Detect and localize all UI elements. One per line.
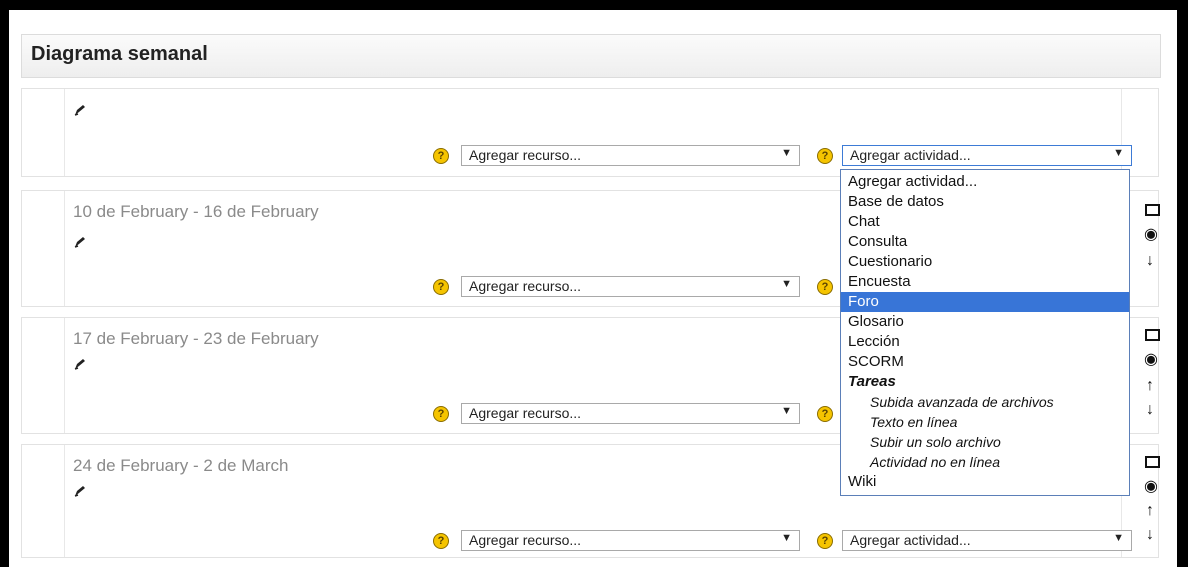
dropdown-option[interactable]: Consulta xyxy=(841,232,1129,252)
eye-icon[interactable]: ◉ xyxy=(1144,352,1158,368)
chevron-down-icon: ▼ xyxy=(781,405,792,417)
dropdown-option-selected[interactable]: Foro xyxy=(841,292,1129,312)
dropdown-option[interactable]: Cuestionario xyxy=(841,252,1129,272)
add-activity-select[interactable]: Agregar actividad... ▼ xyxy=(842,145,1132,166)
section-left-gutter xyxy=(22,89,65,176)
help-icon[interactable]: ? xyxy=(433,148,449,164)
square-icon[interactable] xyxy=(1145,204,1160,216)
add-resource-select-label: Agregar recurso... xyxy=(469,278,582,294)
add-resource-select-label: Agregar recurso... xyxy=(469,405,582,421)
help-icon[interactable]: ? xyxy=(433,279,449,295)
add-resource-select[interactable]: Agregar recurso... ▼ xyxy=(461,145,800,166)
chevron-down-icon: ▼ xyxy=(781,278,792,290)
pencil-edit-icon[interactable] xyxy=(74,104,86,116)
pencil-edit-icon[interactable] xyxy=(74,236,86,248)
pencil-edit-icon[interactable] xyxy=(74,485,86,497)
pencil-edit-icon[interactable] xyxy=(74,358,86,370)
section-left-gutter xyxy=(22,445,65,557)
add-resource-select-label: Agregar recurso... xyxy=(469,532,582,548)
chevron-down-icon: ▼ xyxy=(1113,147,1124,159)
course-section-general: ? Agregar recurso... ▼ ? Agregar activid… xyxy=(21,88,1159,177)
add-activity-dropdown-list: Agregar actividad... Base de datos Chat … xyxy=(840,169,1130,496)
arrow-down-icon[interactable]: ↓ xyxy=(1146,402,1154,418)
help-icon[interactable]: ? xyxy=(817,406,833,422)
help-icon[interactable]: ? xyxy=(817,533,833,549)
dropdown-optgroup-label: Tareas xyxy=(848,373,896,390)
dropdown-option[interactable]: SCORM xyxy=(841,352,1129,372)
eye-icon[interactable]: ◉ xyxy=(1144,227,1158,243)
section-left-gutter xyxy=(22,318,65,433)
section-title: 17 de February - 23 de February xyxy=(73,329,319,348)
dropdown-option[interactable]: Actividad no en línea xyxy=(841,452,1129,472)
dropdown-option[interactable]: Subir un solo archivo xyxy=(841,432,1129,452)
eye-icon[interactable]: ◉ xyxy=(1144,479,1158,495)
dropdown-option[interactable]: Encuesta xyxy=(841,272,1129,292)
square-icon[interactable] xyxy=(1145,329,1160,341)
section-title: 10 de February - 16 de February xyxy=(73,202,319,221)
chevron-down-icon: ▼ xyxy=(1113,532,1124,544)
help-icon[interactable]: ? xyxy=(817,148,833,164)
dropdown-option[interactable]: Agregar actividad... xyxy=(841,172,1129,192)
add-resource-select[interactable]: Agregar recurso... ▼ xyxy=(461,403,800,424)
help-icon[interactable]: ? xyxy=(433,406,449,422)
add-activity-select-label: Agregar actividad... xyxy=(850,147,971,163)
page-title: Diagrama semanal xyxy=(31,43,208,65)
dropdown-option[interactable]: Subida avanzada de archivos xyxy=(841,392,1129,412)
arrow-up-icon[interactable]: ↑ xyxy=(1146,503,1154,519)
help-icon[interactable]: ? xyxy=(433,533,449,549)
add-activity-select[interactable]: Agregar actividad... ▼ xyxy=(842,530,1132,551)
arrow-up-icon[interactable]: ↑ xyxy=(1146,378,1154,394)
add-resource-select-label: Agregar recurso... xyxy=(469,147,582,163)
add-resource-select[interactable]: Agregar recurso... ▼ xyxy=(461,530,800,551)
section-title: 24 de February - 2 de March xyxy=(73,456,289,475)
arrow-down-icon[interactable]: ↓ xyxy=(1146,527,1154,543)
chevron-down-icon: ▼ xyxy=(781,147,792,159)
add-activity-select-label: Agregar actividad... xyxy=(850,532,971,548)
dropdown-option[interactable]: Base de datos xyxy=(841,192,1129,212)
dropdown-option[interactable]: Lección xyxy=(841,332,1129,352)
dropdown-option[interactable]: Wiki xyxy=(841,472,1129,492)
section-left-gutter xyxy=(22,191,65,306)
dropdown-option[interactable]: Glosario xyxy=(841,312,1129,332)
chevron-down-icon: ▼ xyxy=(781,532,792,544)
arrow-down-icon[interactable]: ↓ xyxy=(1146,253,1154,269)
dropdown-option[interactable]: Chat xyxy=(841,212,1129,232)
help-icon[interactable]: ? xyxy=(817,279,833,295)
square-icon[interactable] xyxy=(1145,456,1160,468)
add-resource-select[interactable]: Agregar recurso... ▼ xyxy=(461,276,800,297)
dropdown-option[interactable]: Texto en línea xyxy=(841,412,1129,432)
section-header: Diagrama semanal xyxy=(21,34,1161,78)
